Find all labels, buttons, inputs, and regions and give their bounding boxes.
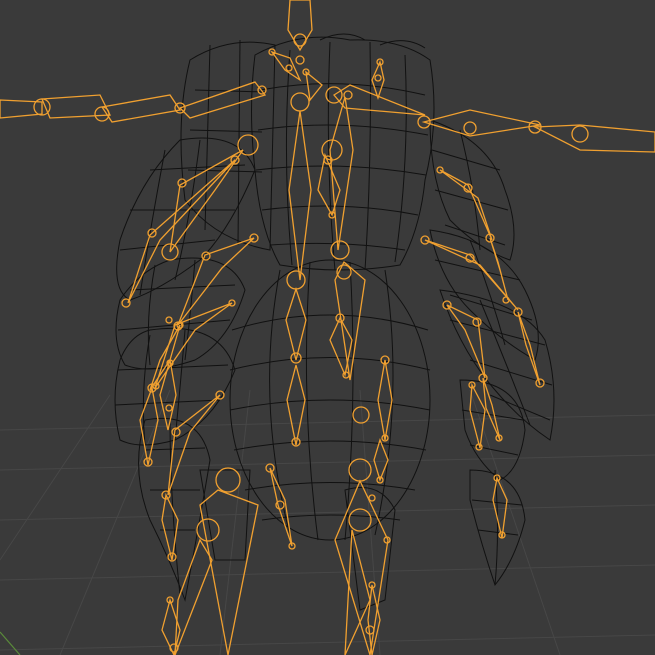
bone-right-arm[interactable] bbox=[325, 84, 655, 153]
3d-viewport[interactable] bbox=[0, 0, 655, 655]
y-axis-line bbox=[0, 631, 21, 655]
bone-right-leg-2[interactable] bbox=[420, 235, 545, 388]
bone-left-arm[interactable] bbox=[0, 81, 267, 123]
bone-right-leg-4[interactable] bbox=[468, 381, 508, 539]
bone-head[interactable] bbox=[287, 0, 313, 65]
creature-armature[interactable] bbox=[0, 0, 655, 655]
bone-left-leg-2[interactable] bbox=[139, 233, 259, 467]
bone-right-leg-1[interactable] bbox=[436, 166, 510, 304]
bone-tail-left[interactable] bbox=[265, 463, 296, 550]
viewport-canvas[interactable] bbox=[0, 0, 655, 655]
floor-grid bbox=[0, 389, 655, 655]
